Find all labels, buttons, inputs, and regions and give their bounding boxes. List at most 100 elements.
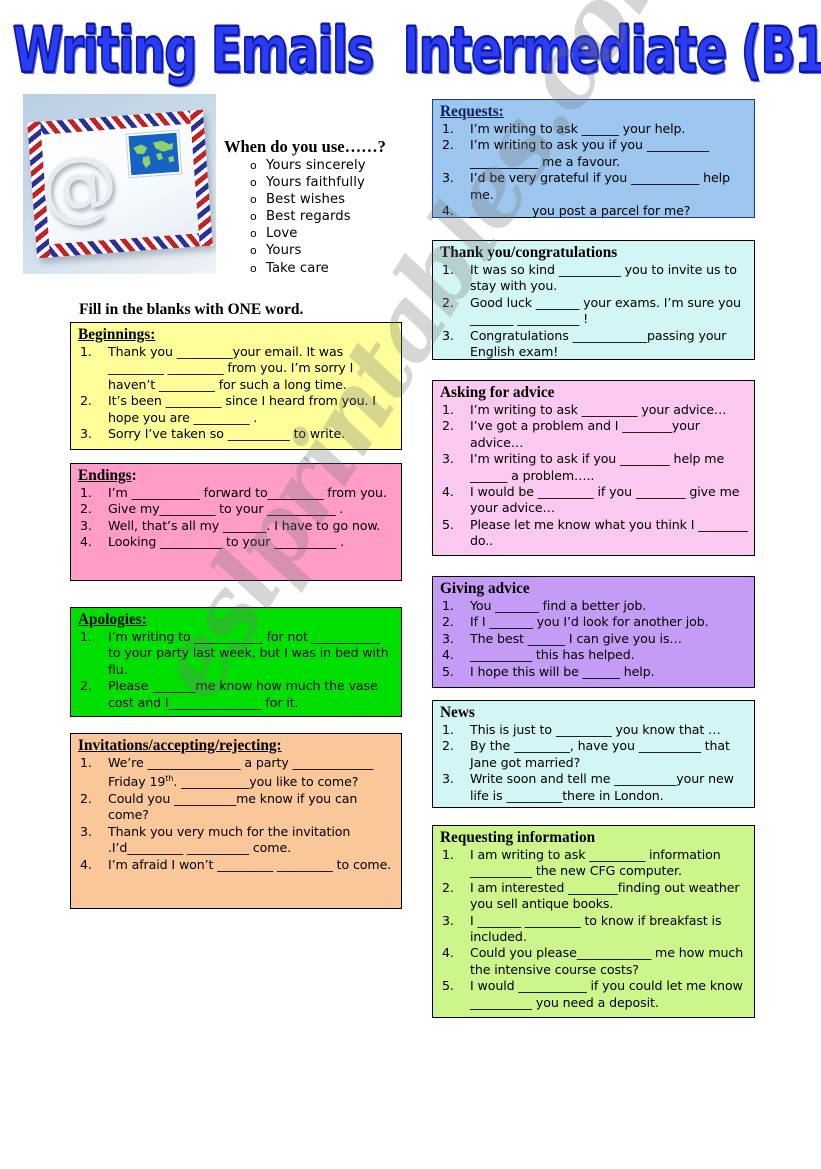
box-title: Endings: bbox=[78, 467, 137, 484]
list-item: o Yours bbox=[250, 242, 424, 259]
list-item: o Take care bbox=[250, 260, 424, 277]
box-title: Asking for advice bbox=[440, 384, 555, 401]
instruction-text: Fill in the blanks with ONE word. bbox=[79, 301, 304, 318]
question-list: This is just to _________ you know that … bbox=[440, 722, 749, 804]
box-title: Requesting information bbox=[440, 829, 596, 846]
question-item: __________you post a parcel for me? bbox=[442, 203, 691, 220]
when-do-you-use-heading: When do you use……? bbox=[224, 137, 386, 156]
question-item: Good luck _______ your exams. I’m sure y… bbox=[442, 294, 741, 327]
list-item-label: Yours sincerely bbox=[266, 158, 366, 173]
envelope-body: @ bbox=[27, 109, 213, 259]
list-item: o Love bbox=[250, 225, 424, 242]
question-item: Well, that’s all my _______. I have to g… bbox=[80, 517, 381, 535]
question-item: I’m writing to ask you if you __________… bbox=[442, 137, 709, 169]
list-item: o Yours sincerely bbox=[250, 157, 424, 174]
list-item-label: Yours bbox=[266, 243, 302, 259]
invitations-box: Invitations/accepting/rejecting: We’re _… bbox=[70, 733, 402, 909]
question-item: You _______ find a better job. bbox=[442, 598, 647, 615]
box-title: Giving advice bbox=[440, 580, 530, 597]
giving-advice-box: Giving advice You _______ find a better … bbox=[432, 576, 755, 688]
list-item-label: Love bbox=[266, 226, 298, 242]
bullet-o-icon: o bbox=[250, 176, 257, 190]
world-map-stamp-icon bbox=[126, 130, 182, 178]
apologies-box: Apologies: I’m writing to ___________ fo… bbox=[70, 607, 402, 717]
endings-box: Endings: I’m ___________ forward to_____… bbox=[70, 463, 402, 581]
bullet-o-icon: o bbox=[250, 210, 257, 224]
list-item-label: Take care bbox=[266, 260, 329, 276]
question-item: I am interested ________finding out weat… bbox=[442, 879, 740, 912]
airmail-envelope-image: @ bbox=[23, 94, 216, 274]
question-item: I’m writing to ask if you ________ help … bbox=[442, 451, 725, 483]
at-symbol-icon: @ bbox=[36, 138, 120, 234]
question-item: If I _______ you I’d look for another jo… bbox=[442, 614, 709, 631]
question-item: We’re _______________ a party __________… bbox=[80, 755, 374, 790]
when-do-you-use-section: When do you use……? o Yours sincerely o You… bbox=[224, 137, 424, 277]
question-item: Please _______me know how much the vase … bbox=[80, 678, 378, 710]
question-item: Thank you very much for the invitation .… bbox=[80, 823, 351, 856]
question-item: I’ve got a problem and I ________your ad… bbox=[442, 418, 700, 450]
beginnings-box: Beginnings: Thank you _________your emai… bbox=[70, 322, 402, 450]
list-item: o Yours faithfully bbox=[250, 174, 424, 191]
question-item: The best ______ I can give you is… bbox=[442, 630, 682, 648]
question-item: Could you please____________ me how much… bbox=[442, 945, 744, 977]
list-item: o Best regards bbox=[250, 208, 424, 225]
question-item: Give my_________ to your ___________ . bbox=[80, 501, 344, 518]
asking-for-advice-box: Asking for advice I’m writing to ask ___… bbox=[432, 380, 755, 556]
question-item: Sorry I’ve taken so __________ to write. bbox=[80, 426, 345, 443]
list-item: o Best wishes bbox=[250, 191, 424, 208]
world-map-svg bbox=[128, 132, 180, 176]
question-item: I’m writing to ask ______ your help. bbox=[442, 121, 686, 138]
thank-you-congratulations-box: Thank you/congratulations It was so kind… bbox=[432, 240, 755, 360]
question-item: Write soon and tell me __________your ne… bbox=[442, 771, 734, 803]
question-item: Thank you _________your email. It was __… bbox=[80, 344, 354, 392]
question-item: I’m writing to ___________ for not _____… bbox=[80, 629, 389, 677]
box-title: News bbox=[440, 704, 475, 721]
box-title: Apologies: bbox=[78, 611, 147, 628]
question-item: I hope this will be ______ help. bbox=[442, 663, 655, 681]
question-item: It was so kind __________ you to invite … bbox=[442, 262, 737, 294]
question-item: I would ___________ if you could let me … bbox=[442, 978, 743, 1010]
requesting-information-box: Requesting information I am writing to a… bbox=[432, 825, 755, 1018]
question-item: I am writing to ask _________ informatio… bbox=[442, 847, 721, 879]
news-box: News This is just to _________ you know … bbox=[432, 700, 755, 808]
question-list: It was so kind __________ you to invite … bbox=[440, 262, 749, 360]
box-title: Thank you/congratulations bbox=[440, 244, 618, 261]
question-item: I would be _________ if you ________ giv… bbox=[442, 484, 740, 516]
list-item-label: Best wishes bbox=[266, 192, 346, 208]
bullet-o-icon: o bbox=[250, 193, 257, 207]
list-item-label: Yours faithfully bbox=[266, 175, 365, 191]
box-title: Beginnings: bbox=[78, 326, 156, 343]
ordinal-suffix: th bbox=[165, 774, 174, 784]
title-banner: Writing Emails Intermediate (B1) bbox=[0, 14, 821, 87]
question-item: I’m afraid I won’t _________ _________ t… bbox=[80, 856, 392, 874]
bullet-o-icon: o bbox=[250, 244, 257, 258]
question-item: It’s been _________ since I heard from y… bbox=[80, 393, 376, 425]
box-title: Requests: bbox=[440, 103, 504, 120]
question-list: You _______ find a better job. If I ____… bbox=[440, 598, 749, 680]
question-item: This is just to _________ you know that … bbox=[442, 722, 721, 739]
question-list: I’m writing to ask _________ your advice… bbox=[440, 402, 749, 550]
question-item: Please let me know what you think I ____… bbox=[442, 516, 748, 549]
requests-box: Requests: I’m writing to ask ______ your… bbox=[432, 99, 755, 220]
question-item: Looking __________ to your __________ . bbox=[80, 534, 344, 551]
bullet-o-icon: o bbox=[250, 227, 257, 241]
question-item: By the _________, have you __________ th… bbox=[442, 738, 730, 770]
box-title-word: Endings bbox=[78, 467, 132, 484]
question-list: We’re _______________ a party __________… bbox=[78, 755, 396, 873]
question-item: I _______ _________ to know if breakfast… bbox=[442, 912, 722, 945]
page-title: Writing Emails Intermediate (B1) bbox=[12, 14, 821, 88]
box-title: Invitations/accepting/rejecting: bbox=[78, 737, 282, 754]
question-list: Thank you _________your email. It was __… bbox=[78, 344, 396, 443]
question-list: I’m ___________ forward to_________ from… bbox=[78, 485, 396, 551]
question-item: I’m ___________ forward to_________ from… bbox=[80, 485, 387, 502]
question-item: I’d be very grateful if you ___________ … bbox=[442, 170, 730, 202]
closing-phrases-list: o Yours sincerely o Yours faithfully o Best… bbox=[224, 157, 424, 277]
question-item: Congratulations ____________passing your… bbox=[442, 327, 727, 360]
question-item: I’m writing to ask _________ your advice… bbox=[442, 402, 727, 419]
question-item: Could you __________me know if you can c… bbox=[80, 791, 358, 823]
question-list: I am writing to ask _________ informatio… bbox=[440, 847, 749, 1011]
bullet-o-icon: o bbox=[250, 159, 257, 172]
list-item-label: Best regards bbox=[266, 209, 351, 225]
question-list: I’m writing to ___________ for not _____… bbox=[78, 629, 396, 711]
bullet-o-icon: o bbox=[250, 261, 257, 275]
